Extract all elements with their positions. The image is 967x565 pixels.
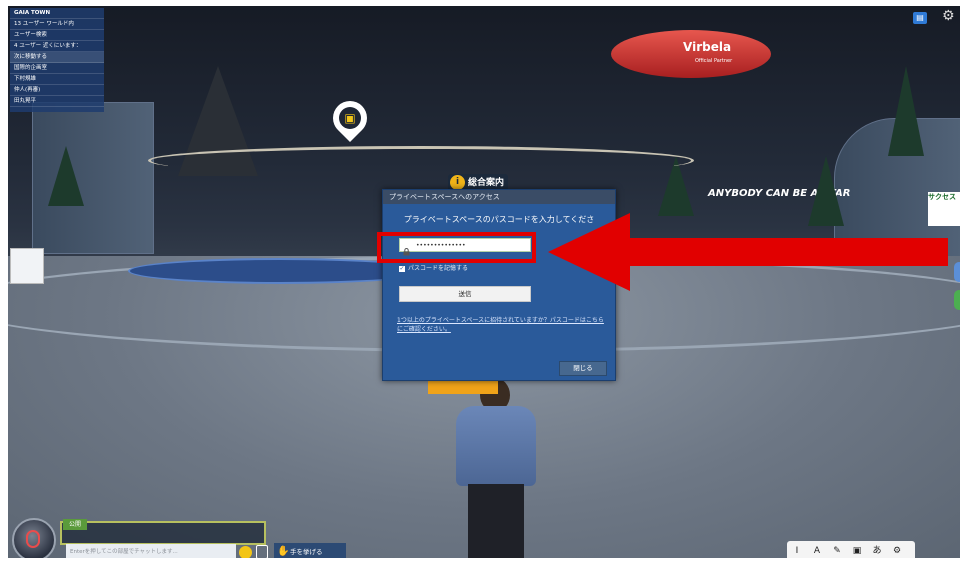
location-panel: GAIA TOWN 13 ユーザー ワールド内 ユーザー検索 4 ユーザー 近く… — [10, 8, 104, 112]
move-next-button[interactable]: 次に移動する — [10, 52, 104, 63]
share-icon[interactable] — [256, 545, 268, 558]
nearby-users: 4 ユーザー 近くにいます： — [10, 41, 104, 52]
chat-input[interactable]: Enterを押してこの部屋でチャットします... — [66, 544, 236, 558]
avatar-legs — [468, 484, 524, 558]
user-list-item[interactable]: 下村規雄 — [10, 74, 104, 85]
blimp-tagline: Official Partner — [695, 58, 733, 64]
info-icon: i — [450, 175, 465, 190]
blimp: Virbela Official Partner — [611, 30, 771, 78]
avatar — [446, 378, 546, 558]
highlight-box — [377, 232, 536, 263]
settings-gear-icon[interactable]: ⚙ — [887, 541, 907, 558]
settings-gear-icon[interactable]: ⚙ — [942, 8, 955, 24]
checkbox-icon[interactable]: ✓ — [399, 266, 405, 272]
notice-board — [10, 248, 44, 284]
blimp-brand: Virbela — [683, 40, 732, 54]
canopy-roof — [148, 146, 694, 175]
close-button[interactable]: 閉じる — [559, 361, 607, 376]
hand-icon: ✋ — [277, 546, 290, 557]
translate-icon[interactable]: あ — [867, 541, 887, 558]
avatar-menu-button[interactable] — [12, 518, 56, 558]
user-list-item[interactable]: 田丸晃平 — [10, 96, 104, 107]
font-a-icon[interactable]: A — [807, 541, 827, 558]
raise-hand-label: 手を挙げる — [290, 548, 323, 556]
red-arrow-annotation — [548, 213, 948, 291]
dialog-title: プライベートスペースへのアクセス — [383, 190, 615, 204]
avatar-torso — [456, 406, 536, 486]
user-search-link[interactable]: ユーザー検索 — [10, 30, 104, 41]
map-icon[interactable]: ▤ — [913, 12, 927, 24]
remember-label: パスコードを記憶する — [408, 265, 469, 272]
tree — [888, 66, 924, 156]
mic-off-icon — [26, 530, 40, 548]
user-list-item[interactable]: 仲人(再審) — [10, 85, 104, 96]
text-cursor-icon[interactable]: I — [787, 541, 807, 558]
note-icon[interactable]: ✎ — [827, 541, 847, 558]
channel-tab-public[interactable]: 公開 — [63, 519, 87, 530]
raise-hand-button[interactable]: ✋ 手を挙げる — [274, 543, 346, 558]
transport-pin-icon[interactable]: ▣ — [325, 93, 375, 143]
remember-passcode-checkbox[interactable]: ✓ パスコードを記憶する — [399, 263, 468, 272]
emoji-icon[interactable] — [239, 546, 252, 558]
chat-panel — [60, 521, 266, 545]
info-sign-label: 総合案内 — [468, 178, 505, 188]
bottom-right-toolbar: I A ✎ ▣ あ ⚙ — [787, 541, 915, 558]
user-list-item[interactable]: 国際的企画室 — [10, 63, 104, 74]
virtual-world-viewport[interactable]: ANYBODY CAN BE A STAR Virbela Official P… — [8, 6, 960, 558]
submit-button[interactable]: 送信 — [399, 286, 531, 302]
world-title: GAIA TOWN — [10, 8, 104, 19]
side-action-icon[interactable] — [954, 290, 960, 310]
user-count: 13 ユーザー ワールド内 — [10, 19, 104, 30]
screen-icon[interactable]: ▣ — [847, 541, 867, 558]
passcode-help-link[interactable]: 1つ以上のプライベートスペースに招待されていますか？パスコードはこちらにご確認く… — [397, 316, 607, 334]
tree — [48, 146, 84, 206]
